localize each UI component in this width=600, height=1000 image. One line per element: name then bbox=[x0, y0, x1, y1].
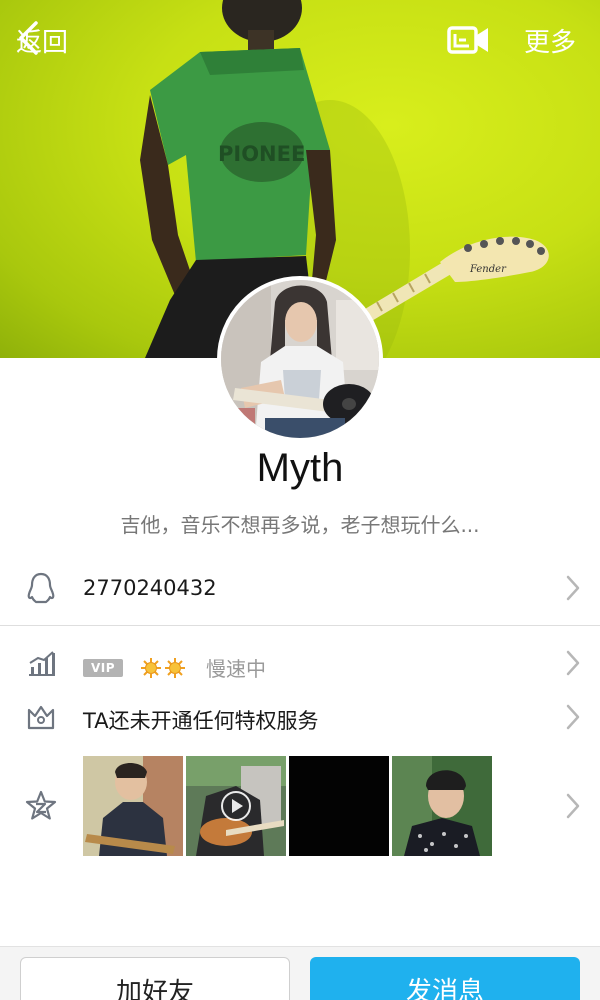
privilege-text: TA还未开通任何特权服务 bbox=[83, 709, 319, 733]
top-nav-bar: 返回 更多 bbox=[0, 0, 600, 80]
level-row[interactable]: VIP 慢速中 bbox=[0, 642, 600, 684]
video-call-icon bbox=[447, 26, 488, 54]
sun-icon bbox=[141, 657, 161, 678]
chevron-left-icon bbox=[19, 21, 38, 55]
more-button[interactable]: 更多 bbox=[524, 20, 576, 60]
vip-level-info: VIP 慢速中 bbox=[83, 653, 266, 682]
album-photo[interactable] bbox=[392, 756, 492, 856]
avatar[interactable] bbox=[217, 276, 383, 442]
add-friend-button[interactable]: 加好友 bbox=[20, 957, 290, 1000]
album-thumbnails bbox=[83, 756, 495, 856]
section-divider bbox=[0, 625, 600, 626]
chevron-right-icon bbox=[566, 704, 580, 730]
chevron-right-icon bbox=[566, 575, 580, 601]
chevron-right-icon bbox=[566, 793, 580, 819]
level-chart-icon bbox=[24, 646, 58, 680]
qq-penguin-icon bbox=[24, 571, 58, 605]
profile-bio: 吉他，音乐不想再多说，老子想玩什么... bbox=[120, 513, 480, 537]
guitar-brand-text: Fender bbox=[469, 264, 507, 275]
video-call-button[interactable] bbox=[446, 20, 492, 58]
crown-icon bbox=[24, 700, 58, 734]
back-button[interactable]: 返回 bbox=[16, 20, 68, 60]
sun-icon bbox=[165, 657, 185, 678]
vip-badge: VIP bbox=[83, 658, 123, 677]
album-photo[interactable] bbox=[83, 756, 183, 856]
level-suns bbox=[140, 657, 188, 679]
qq-number-row[interactable]: 2770240432 bbox=[0, 566, 600, 610]
vip-status: 慢速中 bbox=[206, 657, 266, 681]
album-video[interactable] bbox=[186, 756, 286, 856]
qq-number: 2770240432 bbox=[83, 576, 217, 600]
privilege-row[interactable]: TA还未开通任何特权服务 bbox=[0, 696, 600, 738]
qzone-star-icon bbox=[24, 789, 58, 823]
album-photo[interactable] bbox=[289, 756, 389, 856]
shirt-print-text: PIONEE bbox=[218, 142, 305, 166]
chevron-right-icon bbox=[566, 650, 580, 676]
send-message-button[interactable]: 发消息 bbox=[310, 957, 580, 1000]
profile-name: Myth bbox=[256, 446, 344, 490]
